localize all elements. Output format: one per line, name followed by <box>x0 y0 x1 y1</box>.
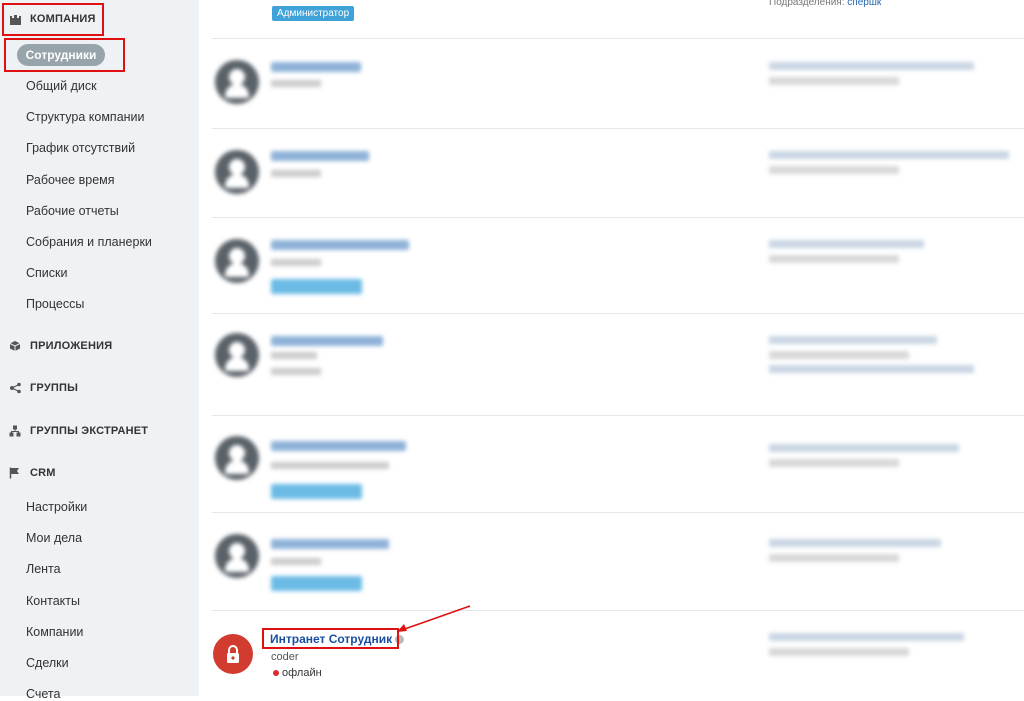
sidebar-item-absence-chart[interactable]: График отсутствий <box>26 141 135 155</box>
avatar[interactable] <box>213 634 253 674</box>
sidebar-item-my-tasks[interactable]: Мои дела <box>26 531 82 545</box>
sidebar-section-groups[interactable]: ГРУППЫ <box>8 381 78 395</box>
avatar[interactable] <box>215 60 259 104</box>
sidebar-section-label: ГРУППЫ ЭКСТРАНЕТ <box>30 425 149 437</box>
flag-icon <box>8 466 22 480</box>
sidebar-item-invoices[interactable]: Счета <box>26 687 60 701</box>
sidebar-item-lists[interactable]: Списки <box>26 266 67 280</box>
sidebar-section-label: ПРИЛОЖЕНИЯ <box>30 340 113 352</box>
sidebar-section-label: ГРУППЫ <box>30 382 79 394</box>
avatar[interactable] <box>215 436 259 480</box>
department-line: Подразделения: спершк <box>769 0 881 8</box>
sidebar-item-meetings[interactable]: Собрания и планерки <box>26 235 152 249</box>
sidebar-item-processes[interactable]: Процессы <box>26 297 84 311</box>
row-divider <box>212 217 1024 218</box>
employee-list <box>199 0 1024 696</box>
admin-badge: Администратор <box>272 6 355 21</box>
sidebar-item-work-time[interactable]: Рабочее время <box>26 173 115 187</box>
row-divider <box>212 128 1024 129</box>
employee-role: coder <box>271 651 299 663</box>
annotation-arrow <box>397 605 471 632</box>
hierarchy-icon <box>8 424 22 438</box>
department-link[interactable]: спершк <box>847 0 881 8</box>
row-divider <box>212 610 1024 611</box>
highlight-box-company <box>2 3 104 36</box>
sidebar-item-company-structure[interactable]: Структура компании <box>26 110 145 124</box>
row-divider <box>212 415 1024 416</box>
sidebar-item-shared-disk[interactable]: Общий диск <box>26 79 97 93</box>
highlight-box-employees <box>4 38 125 72</box>
employee-status: офлайн <box>273 667 322 679</box>
sidebar-item-companies[interactable]: Компании <box>26 625 83 639</box>
sidebar-item-feed[interactable]: Лента <box>26 562 61 576</box>
sidebar-section-apps[interactable]: ПРИЛОЖЕНИЯ <box>8 339 112 353</box>
avatar[interactable] <box>215 534 259 578</box>
cube-icon <box>8 339 22 353</box>
sidebar-section-crm[interactable]: CRM <box>8 466 56 480</box>
lock-icon <box>227 645 239 663</box>
avatar[interactable] <box>215 333 259 377</box>
sidebar-item-deals[interactable]: Сделки <box>26 656 69 670</box>
sidebar-section-extranet[interactable]: ГРУППЫ ЭКСТРАНЕТ <box>8 424 148 438</box>
sidebar-item-contacts[interactable]: Контакты <box>26 594 80 608</box>
status-dot-icon <box>273 670 279 677</box>
avatar[interactable] <box>215 150 259 194</box>
sidebar-section-label: CRM <box>30 467 56 479</box>
sidebar: КОМПАНИЯ Сотрудники Общий диск Структура… <box>0 0 199 701</box>
share-icon <box>8 381 22 395</box>
row-divider <box>212 38 1024 39</box>
row-divider <box>212 313 1024 314</box>
highlight-box-employee-name <box>262 628 399 649</box>
sidebar-item-work-reports[interactable]: Рабочие отчеты <box>26 204 119 218</box>
department-label: Подразделения: <box>769 0 845 8</box>
avatar[interactable] <box>215 239 259 283</box>
sidebar-item-crm-settings[interactable]: Настройки <box>26 500 87 514</box>
row-divider <box>212 512 1024 513</box>
status-label: офлайн <box>282 667 322 679</box>
